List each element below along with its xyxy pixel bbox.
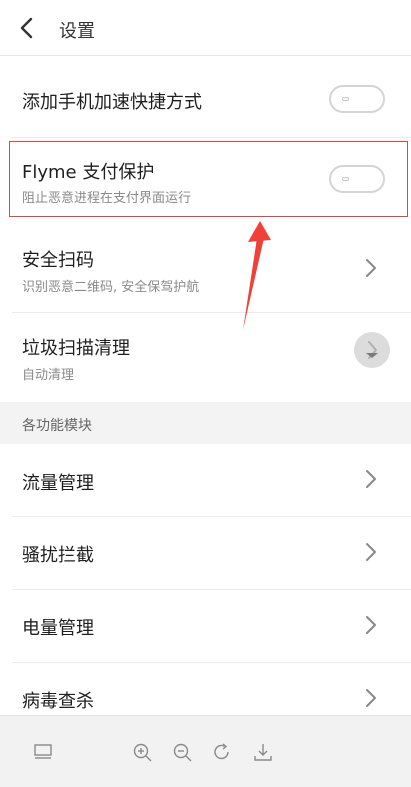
- section-title: 各功能模块: [22, 418, 92, 434]
- row-harassment-block[interactable]: 骚扰拦截: [0, 517, 411, 589]
- rotate-icon[interactable]: [211, 741, 233, 763]
- chevron-right-icon: [366, 259, 376, 277]
- row-subtitle: 识别恶意二维码, 安全保驾护航: [22, 280, 200, 295]
- row-title: 垃圾扫描清理: [22, 338, 130, 359]
- chevron-left-icon: [20, 17, 33, 39]
- row-title: 病毒查杀: [22, 691, 94, 712]
- bottom-toolbar: [0, 715, 411, 787]
- fit-screen-icon[interactable]: [32, 741, 54, 763]
- chevron-right-icon: [366, 689, 376, 707]
- chevron-right-icon: [366, 616, 376, 634]
- back-button[interactable]: [14, 14, 42, 42]
- row-flyme-pay-protection[interactable]: Flyme 支付保护 阻止恶意进程在支付界面运行: [0, 138, 411, 224]
- zoom-out-icon[interactable]: [171, 741, 193, 763]
- row-traffic-management[interactable]: 流量管理: [0, 444, 411, 516]
- toggle-flyme-pay[interactable]: [329, 165, 385, 193]
- row-virus-scan[interactable]: 病毒查杀: [0, 663, 411, 715]
- row-title: 骚扰拦截: [22, 545, 94, 566]
- download-icon[interactable]: [252, 741, 274, 763]
- zoom-in-icon[interactable]: [131, 741, 153, 763]
- page-title: 设置: [59, 21, 95, 42]
- toggle-phone-speed[interactable]: [329, 85, 385, 113]
- expand-circle-button[interactable]: [354, 332, 390, 368]
- row-junk-clean[interactable]: 垃圾扫描清理 自动清理: [0, 313, 411, 401]
- chevron-right-icon: [366, 470, 376, 488]
- row-title: Flyme 支付保护: [22, 162, 155, 183]
- toggle-knob: [342, 177, 349, 181]
- chevron-right-icon: [366, 341, 378, 359]
- row-subtitle: 自动清理: [22, 368, 75, 383]
- row-safe-scan[interactable]: 安全扫码 识别恶意二维码, 安全保驾护航: [0, 225, 411, 312]
- app-header: 设置: [0, 0, 411, 56]
- row-battery-management[interactable]: 电量管理: [0, 590, 411, 662]
- row-phone-speed-shortcut[interactable]: 添加手机加速快捷方式: [0, 57, 411, 137]
- row-title: 安全扫码: [22, 250, 94, 271]
- row-title: 电量管理: [22, 618, 94, 639]
- chevron-right-icon: [366, 543, 376, 561]
- row-title: 流量管理: [22, 473, 94, 494]
- row-title: 添加手机加速快捷方式: [22, 92, 202, 113]
- section-header-modules: 各功能模块: [0, 402, 411, 444]
- row-subtitle: 阻止恶意进程在支付界面运行: [22, 191, 192, 206]
- toggle-knob: [342, 97, 349, 101]
